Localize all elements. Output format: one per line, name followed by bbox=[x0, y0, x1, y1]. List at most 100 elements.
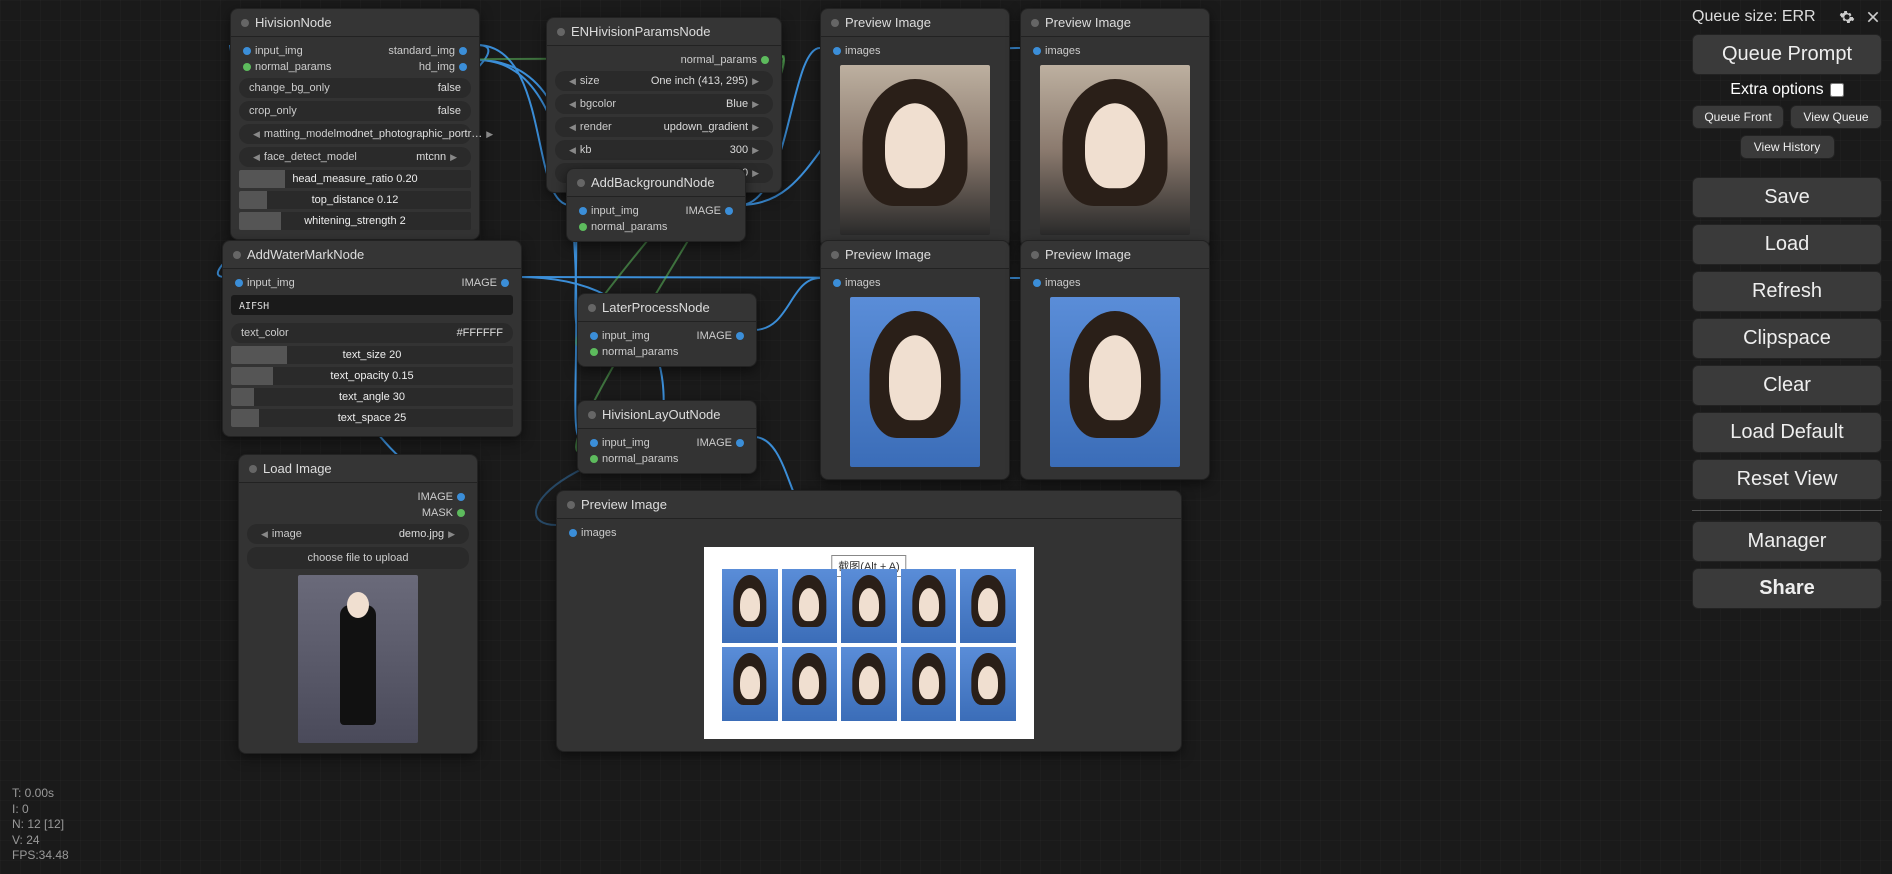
gear-icon[interactable] bbox=[1838, 8, 1856, 26]
node-enhivision-params[interactable]: ENHivisionParamsNode normal_params ◀size… bbox=[546, 17, 782, 193]
port-input-img[interactable]: input_img bbox=[590, 330, 650, 342]
slider-text-size[interactable]: text_size 20 bbox=[231, 346, 513, 364]
choose-file-button[interactable]: choose file to upload bbox=[247, 547, 469, 569]
save-button[interactable]: Save bbox=[1692, 177, 1882, 218]
node-title[interactable]: Preview Image bbox=[1021, 241, 1209, 269]
caret-left-icon[interactable]: ◀ bbox=[257, 529, 272, 540]
port-input-img[interactable]: input_img bbox=[579, 205, 639, 217]
port-image-out[interactable]: IMAGE bbox=[462, 277, 509, 289]
node-preview-3[interactable]: Preview Image images bbox=[820, 240, 1010, 480]
widget-size[interactable]: ◀sizeOne inch (413, 295)▶ bbox=[555, 71, 773, 91]
load-default-button[interactable]: Load Default bbox=[1692, 412, 1882, 453]
slider-head-measure-ratio[interactable]: head_measure_ratio 0.20 bbox=[239, 170, 471, 188]
caret-right-icon[interactable]: ▶ bbox=[748, 168, 763, 179]
widget-kb[interactable]: ◀kb300▶ bbox=[555, 140, 773, 160]
caret-right-icon[interactable]: ▶ bbox=[748, 76, 763, 87]
node-hivision[interactable]: HivisionNode input_img standard_img norm… bbox=[230, 8, 480, 240]
collapse-bullet-icon[interactable] bbox=[577, 179, 585, 187]
port-input-img[interactable]: input_img bbox=[243, 45, 303, 57]
port-images[interactable]: images bbox=[1033, 45, 1080, 57]
port-normal-params[interactable]: normal_params bbox=[579, 221, 667, 233]
port-normal-params[interactable]: normal_params bbox=[243, 61, 331, 73]
node-canvas[interactable]: HivisionNode input_img standard_img norm… bbox=[0, 0, 1892, 874]
port-input-img[interactable]: input_img bbox=[590, 437, 650, 449]
node-preview-2[interactable]: Preview Image images bbox=[1020, 8, 1210, 248]
collapse-bullet-icon[interactable] bbox=[588, 304, 596, 312]
slider-whitening-strength[interactable]: whitening_strength 2 bbox=[239, 212, 471, 230]
node-title[interactable]: AddWaterMarkNode bbox=[223, 241, 521, 269]
node-hivision-layout[interactable]: HivisionLayOutNode input_img IMAGE normal… bbox=[577, 400, 757, 474]
node-title[interactable]: HivisionNode bbox=[231, 9, 479, 37]
port-mask-out[interactable]: MASK bbox=[422, 507, 465, 519]
slider-text-space[interactable]: text_space 25 bbox=[231, 409, 513, 427]
port-normal-params[interactable]: normal_params bbox=[590, 346, 678, 358]
node-title[interactable]: LaterProcessNode bbox=[578, 294, 756, 322]
caret-left-icon[interactable]: ◀ bbox=[565, 122, 580, 133]
slider-text-opacity[interactable]: text_opacity 0.15 bbox=[231, 367, 513, 385]
node-later-process[interactable]: LaterProcessNode input_img IMAGE normal_p… bbox=[577, 293, 757, 367]
collapse-bullet-icon[interactable] bbox=[557, 28, 565, 36]
node-title[interactable]: HivisionLayOutNode bbox=[578, 401, 756, 429]
watermark-text-input[interactable]: AIFSH bbox=[231, 295, 513, 315]
slider-top-distance[interactable]: top_distance 0.12 bbox=[239, 191, 471, 209]
node-title[interactable]: Preview Image bbox=[1021, 9, 1209, 37]
port-input-img[interactable]: input_img bbox=[235, 277, 295, 289]
caret-right-icon[interactable]: ▶ bbox=[748, 145, 763, 156]
port-images[interactable]: images bbox=[1033, 277, 1080, 289]
port-images[interactable]: images bbox=[833, 45, 880, 57]
port-normal-params[interactable]: normal_params bbox=[590, 453, 678, 465]
caret-left-icon[interactable]: ◀ bbox=[249, 152, 264, 163]
port-images[interactable]: images bbox=[569, 527, 616, 539]
port-standard-img[interactable]: standard_img bbox=[388, 45, 467, 57]
collapse-bullet-icon[interactable] bbox=[588, 411, 596, 419]
widget-crop-only[interactable]: crop_onlyfalse bbox=[239, 101, 471, 121]
widget-matting-model[interactable]: ◀matting_modelmodnet_photographic_portr…… bbox=[239, 124, 471, 144]
caret-right-icon[interactable]: ▶ bbox=[446, 152, 461, 163]
port-image-out[interactable]: IMAGE bbox=[686, 205, 733, 217]
reset-view-button[interactable]: Reset View bbox=[1692, 459, 1882, 500]
widget-change-bg-only[interactable]: change_bg_onlyfalse bbox=[239, 78, 471, 98]
node-preview-1[interactable]: Preview Image images bbox=[820, 8, 1010, 248]
share-button[interactable]: Share bbox=[1692, 568, 1882, 609]
extra-options-checkbox[interactable] bbox=[1830, 83, 1844, 97]
refresh-button[interactable]: Refresh bbox=[1692, 271, 1882, 312]
collapse-bullet-icon[interactable] bbox=[1031, 251, 1039, 259]
port-image-out[interactable]: IMAGE bbox=[697, 330, 744, 342]
port-image-out[interactable]: IMAGE bbox=[418, 491, 465, 503]
widget-bgcolor[interactable]: ◀bgcolorBlue▶ bbox=[555, 94, 773, 114]
manager-button[interactable]: Manager bbox=[1692, 521, 1882, 562]
widget-render[interactable]: ◀renderupdown_gradient▶ bbox=[555, 117, 773, 137]
node-title[interactable]: AddBackgroundNode bbox=[567, 169, 745, 197]
clear-button[interactable]: Clear bbox=[1692, 365, 1882, 406]
close-icon[interactable] bbox=[1864, 8, 1882, 26]
caret-left-icon[interactable]: ◀ bbox=[249, 129, 264, 140]
collapse-bullet-icon[interactable] bbox=[831, 251, 839, 259]
collapse-bullet-icon[interactable] bbox=[1031, 19, 1039, 27]
caret-right-icon[interactable]: ▶ bbox=[748, 122, 763, 133]
port-image-out[interactable]: IMAGE bbox=[697, 437, 744, 449]
port-images[interactable]: images bbox=[833, 277, 880, 289]
caret-left-icon[interactable]: ◀ bbox=[565, 145, 580, 156]
view-queue-button[interactable]: View Queue bbox=[1790, 105, 1882, 129]
node-title[interactable]: Preview Image bbox=[557, 491, 1181, 519]
node-title[interactable]: Load Image bbox=[239, 455, 477, 483]
collapse-bullet-icon[interactable] bbox=[567, 501, 575, 509]
node-add-background[interactable]: AddBackgroundNode input_img IMAGE normal_… bbox=[566, 168, 746, 242]
collapse-bullet-icon[interactable] bbox=[233, 251, 241, 259]
caret-right-icon[interactable]: ▶ bbox=[748, 99, 763, 110]
node-title[interactable]: ENHivisionParamsNode bbox=[547, 18, 781, 46]
port-normal-params-out[interactable]: normal_params bbox=[681, 54, 769, 66]
caret-right-icon[interactable]: ▶ bbox=[482, 129, 497, 140]
collapse-bullet-icon[interactable] bbox=[249, 465, 257, 473]
node-title[interactable]: Preview Image bbox=[821, 9, 1009, 37]
node-preview-layout[interactable]: Preview Image images 截图(Alt + A) bbox=[556, 490, 1182, 752]
port-hd-img[interactable]: hd_img bbox=[419, 61, 467, 73]
caret-right-icon[interactable]: ▶ bbox=[444, 529, 459, 540]
queue-prompt-button[interactable]: Queue Prompt bbox=[1692, 34, 1882, 75]
widget-text-color[interactable]: text_color#FFFFFF bbox=[231, 323, 513, 343]
node-title[interactable]: Preview Image bbox=[821, 241, 1009, 269]
caret-left-icon[interactable]: ◀ bbox=[565, 76, 580, 87]
extra-options-row[interactable]: Extra options bbox=[1692, 81, 1882, 99]
clipspace-button[interactable]: Clipspace bbox=[1692, 318, 1882, 359]
widget-face-detect-model[interactable]: ◀face_detect_modelmtcnn▶ bbox=[239, 147, 471, 167]
